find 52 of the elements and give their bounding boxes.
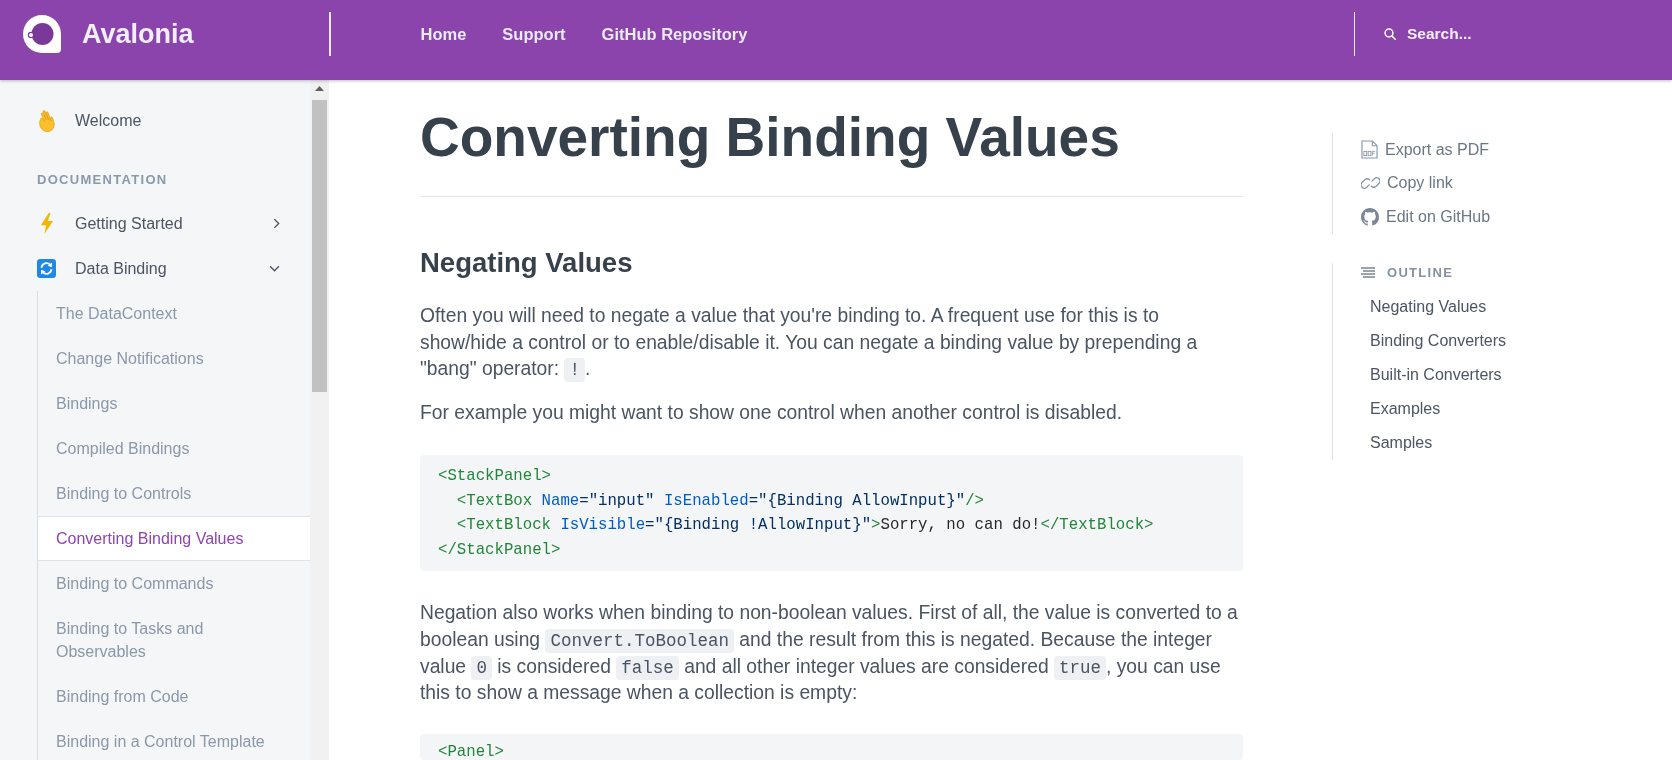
page-action-link[interactable]: Copy link [1361,166,1453,200]
outline-link[interactable]: Samples [1370,426,1433,460]
github-icon [1361,207,1379,226]
sidebar-subitem[interactable]: Converting Binding Values [38,516,310,561]
page-action-link[interactable]: Edit on GitHub [1361,200,1491,234]
code-line: <StackPanel> [438,466,551,488]
list-icon [1361,267,1375,278]
sidebar-section-heading: DOCUMENTATION [37,171,169,189]
body-paragraph: Often you will need to negate a value that you're binding to. A frequent use for this is to show/hide a control or to enable/disable it. You can negate a binding value by prepending a "bang" operator: ! . [420,304,1199,384]
sidebar-subitem[interactable]: Change Notifications [38,336,310,381]
code-line: </StackPanel> [438,539,561,561]
sidebar-subitem[interactable]: Binding from Code [38,674,310,719]
sidebar-subitem[interactable]: Compiled Bindings [38,426,310,471]
sidebar-subitem[interactable]: Binding to Tasks and Observables [38,606,310,674]
file-icon [1361,140,1378,160]
outline-link[interactable]: Binding Converters [1370,324,1507,358]
sidebar-subitem[interactable]: Bindings [38,381,310,426]
chevron-right-icon[interactable] [273,218,280,229]
code-line: <TextBox Name="input" IsEnabled="{Binding AllowInput}"/> [455,490,985,512]
outline-heading: OUTLINE [1387,265,1454,280]
refresh-icon [37,259,56,278]
chevron-down-icon[interactable] [269,265,280,272]
sidebar-subitem[interactable]: Binding to Commands [38,561,310,606]
nav-link[interactable]: Support [502,24,566,44]
outline-link[interactable]: Built-in Converters [1370,358,1502,392]
link-icon [1361,175,1380,192]
search-field[interactable]: Search... [1407,25,1557,43]
outline-link[interactable]: Negating Values [1370,290,1487,324]
search-icon [1384,28,1396,40]
body-paragraph: For example you might want to show one control when another control is disabled. [420,401,1123,426]
sidebar-subitem[interactable]: Binding to Controls [38,471,310,516]
scrollbar[interactable] [310,80,329,760]
nav-link[interactable]: Home [420,24,467,44]
sidebar-subitem[interactable]: The DataContext [38,291,310,336]
brand-name[interactable]: Avalonia [82,18,194,50]
lightning-icon [40,213,54,234]
scrollbar-thumb[interactable] [312,100,327,392]
outline-link[interactable]: Examples [1370,392,1441,426]
section-heading: Negating Values [420,246,633,280]
code-line: <Panel> [438,744,504,760]
sidebar-item[interactable]: Data Binding [37,246,310,291]
logo-icon[interactable] [22,14,62,54]
body-paragraph: Negation also works when binding to non-boolean values. First of all, the value is converted to a boolean using Convert.ToBoolean and the result from this is negated. Because the integer value 0 is considered false and all other integer values are considered true , you can use this to show a message when a collection is empty: [420,601,1239,706]
page-title: Converting Binding Values [420,105,1120,170]
hand-icon [39,109,55,132]
code-line: <TextBlock IsVisible="{Binding !AllowInput}">Sorry, no can do!</TextBlock> [455,515,1154,537]
nav-link[interactable]: GitHub Repository [601,24,748,44]
scroll-up-arrow-icon[interactable] [315,86,324,91]
sidebar-item[interactable]: Welcome [37,98,310,143]
sidebar-subitem[interactable]: Binding in a Control Template [38,719,310,760]
page-action-link[interactable]: Export as PDF [1361,133,1490,167]
sidebar-item[interactable]: Getting Started [37,201,310,246]
